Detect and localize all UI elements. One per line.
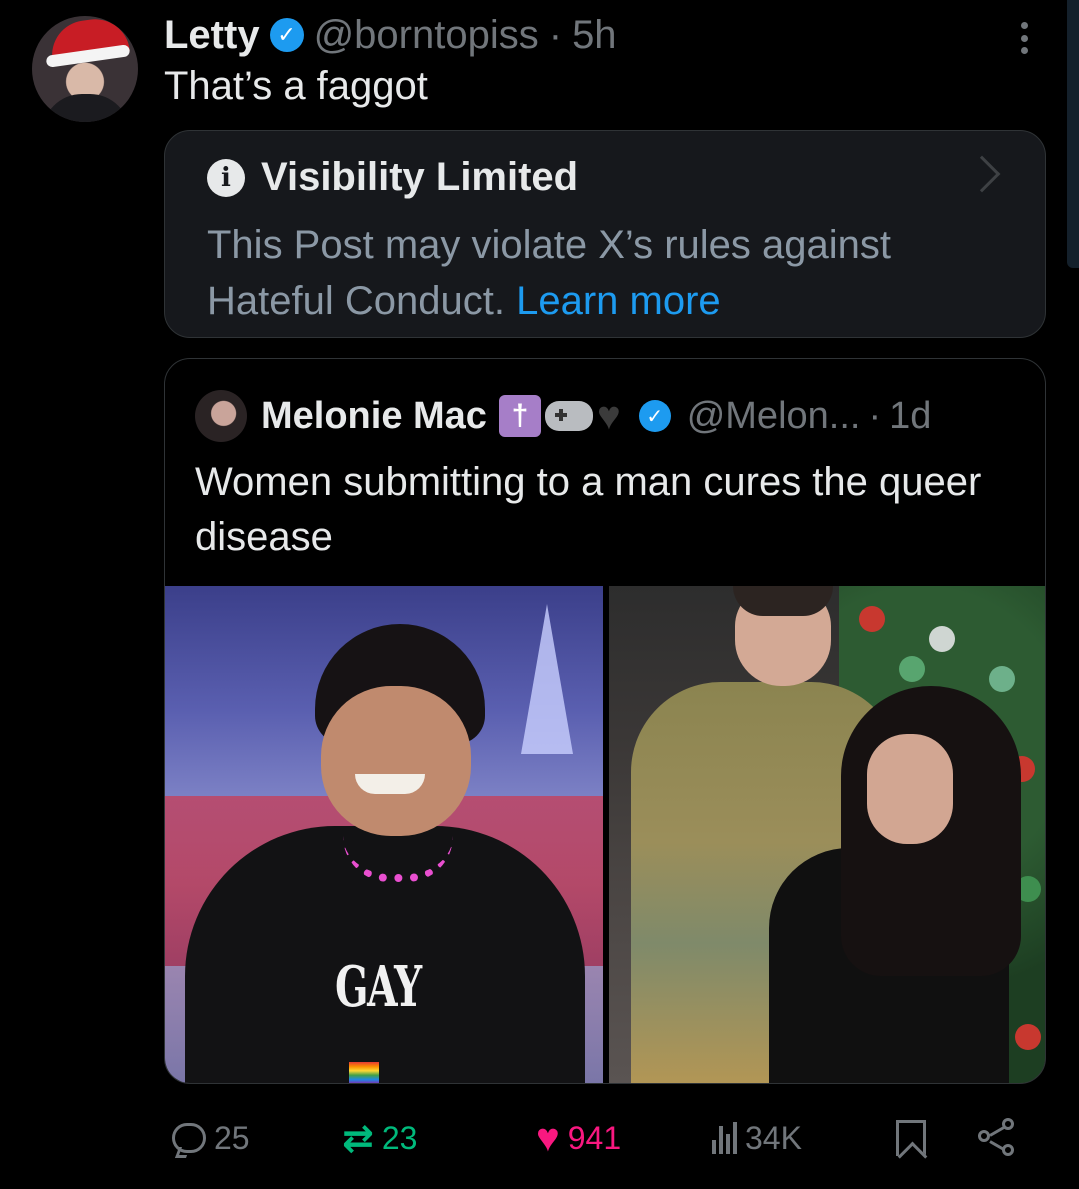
black-heart-icon: ♥ xyxy=(596,394,621,438)
author-avatar[interactable] xyxy=(32,16,138,122)
author-name[interactable]: Letty xyxy=(164,13,260,58)
more-icon[interactable] xyxy=(1010,18,1038,58)
verified-badge-icon: ✓ xyxy=(269,18,304,52)
avatar-shirt xyxy=(42,94,130,122)
action-bar: 25 ⇄ 23 ♥ 941 34K xyxy=(168,1110,1028,1166)
gamepad-icon xyxy=(544,401,593,431)
ornament xyxy=(929,626,955,652)
woman-face xyxy=(867,734,953,844)
ornament xyxy=(859,606,885,632)
quoted-image-right[interactable] xyxy=(609,586,1045,1083)
verified-badge-icon: ✓ xyxy=(638,400,671,432)
notice-body: This Post may violate X’s rules against … xyxy=(207,217,1007,329)
bookmark-button[interactable] xyxy=(896,1120,926,1156)
info-icon: i xyxy=(207,158,245,197)
tweet-view: Letty ✓ @borntopiss · 5h That’s a faggot… xyxy=(0,0,1079,1189)
face xyxy=(321,686,471,836)
visibility-notice[interactable]: i Visibility Limited This Post may viola… xyxy=(164,130,1046,338)
scrollbar[interactable] xyxy=(1067,0,1079,268)
quoted-author-name[interactable]: Melonie Mac xyxy=(261,395,487,438)
post-text: That’s a faggot xyxy=(164,64,428,108)
share-icon xyxy=(978,1118,1018,1158)
name-emoji: † ♥ xyxy=(498,394,621,438)
learn-more-link[interactable]: Learn more xyxy=(516,279,721,323)
ornament xyxy=(1015,1024,1041,1050)
shirt-text: GAY xyxy=(335,954,422,1020)
rainbow-patch xyxy=(349,1062,379,1083)
smile xyxy=(355,774,425,794)
like-count: 941 xyxy=(567,1119,622,1156)
views-button[interactable]: 34K xyxy=(712,1120,802,1157)
man-hair xyxy=(733,586,833,616)
views-count: 34K xyxy=(745,1119,802,1156)
quoted-author-handle[interactable]: @Melon... xyxy=(687,395,861,438)
quoted-time[interactable]: 1d xyxy=(889,395,931,438)
like-icon: ♥ xyxy=(536,1116,560,1160)
like-button[interactable]: ♥ 941 xyxy=(536,1118,621,1158)
reply-count: 25 xyxy=(214,1119,250,1156)
author-handle[interactable]: @borntopiss xyxy=(314,13,539,58)
share-button[interactable] xyxy=(978,1118,1018,1158)
chevron-right-icon[interactable] xyxy=(963,155,1001,193)
notice-title-row: i Visibility Limited xyxy=(207,155,578,200)
bookmark-icon xyxy=(896,1120,926,1156)
repost-count: 23 xyxy=(381,1119,418,1156)
quoted-separator: · xyxy=(868,394,882,437)
ornament xyxy=(899,656,925,682)
quoted-text: Women submitting to a man cures the quee… xyxy=(195,460,982,559)
repost-button[interactable]: ⇄ 23 xyxy=(342,1116,417,1161)
stage-cone xyxy=(521,604,573,754)
quoted-avatar[interactable] xyxy=(195,390,247,442)
repost-icon: ⇄ xyxy=(342,1117,374,1160)
reply-button[interactable]: 25 xyxy=(172,1120,250,1157)
post-time[interactable]: 5h xyxy=(572,13,617,58)
quoted-post[interactable]: Melonie Mac † ♥ ✓ @Melon... · 1d Women s… xyxy=(164,358,1046,1084)
views-icon xyxy=(712,1122,737,1154)
ornament xyxy=(989,666,1015,692)
quoted-image-left[interactable]: GAY xyxy=(165,586,603,1083)
notice-title: Visibility Limited xyxy=(261,155,579,199)
post-header: Letty ✓ @borntopiss · 5h xyxy=(164,10,617,60)
cross-icon: † xyxy=(498,395,541,437)
separator: · xyxy=(548,12,563,57)
quoted-header: Melonie Mac † ♥ ✓ @Melon... · 1d xyxy=(195,389,931,443)
reply-icon xyxy=(172,1123,206,1153)
